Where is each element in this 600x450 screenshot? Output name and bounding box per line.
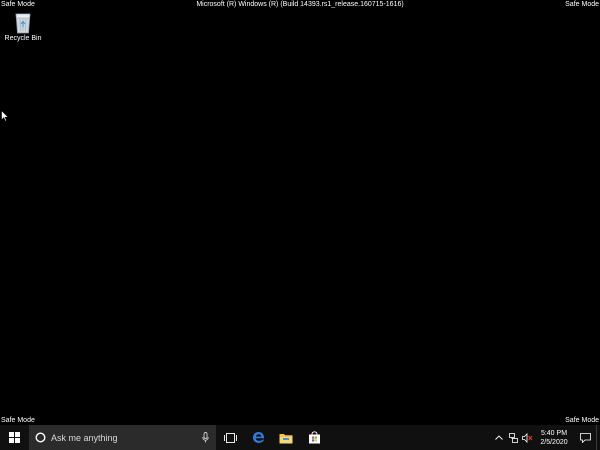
taskbar: 5:40 PM 2/5/2020 (0, 425, 600, 450)
store-bag-icon (308, 431, 320, 444)
start-button[interactable] (0, 425, 29, 450)
store-button[interactable] (300, 425, 328, 450)
windows-logo-icon (9, 432, 20, 443)
clock-date: 2/5/2020 (540, 438, 568, 446)
desktop[interactable]: Safe Mode Microsoft (R) Windows (R) (Bui… (0, 0, 600, 425)
task-view-button[interactable] (216, 425, 244, 450)
search-box[interactable] (29, 425, 216, 450)
search-input[interactable] (51, 432, 191, 443)
clock-time: 5:40 PM (540, 429, 568, 437)
chevron-up-icon (495, 435, 503, 440)
network-button[interactable] (506, 425, 520, 450)
action-center-icon (579, 432, 591, 443)
volume-button[interactable] (520, 425, 534, 450)
cortana-circle-icon (35, 432, 46, 443)
taskbar-clock[interactable]: 5:40 PM 2/5/2020 (534, 429, 574, 447)
show-desktop-button[interactable] (596, 425, 600, 450)
microphone-icon[interactable] (202, 432, 209, 443)
task-view-icon (223, 432, 237, 443)
network-icon (508, 432, 518, 443)
show-hidden-icons-button[interactable] (492, 425, 506, 450)
safe-mode-label-top-right: Safe Mode (565, 1, 599, 8)
action-center-button[interactable] (574, 425, 596, 450)
build-watermark: Microsoft (R) Windows (R) (Build 14393.r… (196, 1, 404, 8)
speaker-muted-icon (521, 432, 532, 443)
file-explorer-button[interactable] (272, 425, 300, 450)
edge-icon (252, 432, 264, 443)
desktop-icon-recycle-bin[interactable]: Recycle Bin (0, 10, 46, 42)
safe-mode-label-bottom-left: Safe Mode (1, 417, 35, 424)
system-tray: 5:40 PM 2/5/2020 (492, 425, 600, 450)
recycle-bin-icon (15, 13, 31, 34)
mouse-cursor-icon (1, 110, 9, 122)
edge-button[interactable] (244, 425, 272, 450)
safe-mode-label-bottom-right: Safe Mode (565, 417, 599, 424)
folder-icon (279, 433, 293, 443)
recycle-bin-label: Recycle Bin (4, 35, 42, 42)
